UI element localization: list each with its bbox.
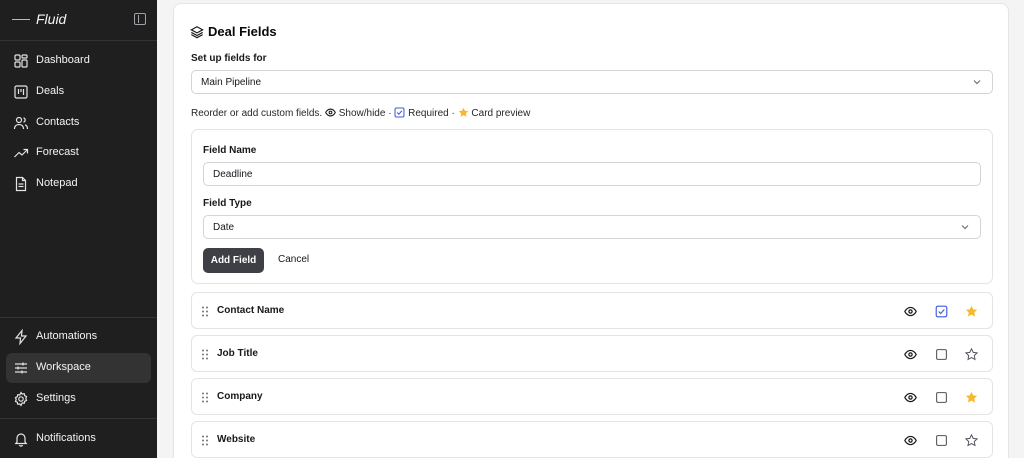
field-name: Company (217, 391, 263, 402)
field-name-value: Deadline (213, 169, 253, 180)
drag-handle-icon[interactable] (201, 392, 209, 403)
field-type-value: Date (213, 222, 235, 233)
checkbox-empty-icon[interactable] (935, 434, 948, 447)
field-row-contact-name[interactable]: Contact Name (191, 292, 993, 329)
sidebar-item-contacts[interactable]: Contacts (6, 108, 151, 138)
star-filled-icon (458, 107, 468, 117)
kanban-icon (14, 85, 28, 99)
star-filled-icon[interactable] (965, 391, 978, 404)
collapse-sidebar-icon[interactable] (134, 13, 146, 25)
field-row-website[interactable]: Website (191, 421, 993, 458)
legend-required: Required (408, 108, 449, 119)
pipeline-select[interactable]: Main Pipeline (191, 70, 993, 94)
add-field-form: Field Name Deadline Field Type Date Add … (191, 129, 993, 284)
pipeline-select-value: Main Pipeline (201, 77, 262, 88)
setup-fields-label: Set up fields for (191, 53, 267, 64)
checkbox-empty-icon[interactable] (935, 391, 948, 404)
add-field-button[interactable]: Add Field (203, 248, 264, 273)
gear-icon (14, 391, 28, 407)
sidebar: Fluid Dashboard Deals Contacts Forecast … (0, 0, 157, 458)
logo-icon (12, 19, 30, 20)
legend-separator: · (451, 108, 455, 119)
sidebar-item-label: Contacts (36, 116, 80, 128)
users-icon (13, 116, 29, 130)
chevron-down-icon (961, 225, 969, 230)
sidebar-item-notepad[interactable]: Notepad (6, 169, 151, 199)
field-name-input[interactable]: Deadline (203, 162, 981, 186)
sliders-icon (15, 362, 27, 374)
sidebar-item-label: Notifications (36, 432, 96, 444)
sidebar-item-label: Deals (36, 85, 65, 97)
sidebar-item-workspace[interactable]: Workspace (6, 353, 151, 383)
checkbox-empty-icon[interactable] (935, 348, 948, 361)
sidebar-item-forecast[interactable]: Forecast (6, 138, 151, 168)
drag-handle-icon[interactable] (201, 349, 209, 360)
sidebar-divider (0, 317, 157, 318)
chevron-down-icon (973, 80, 981, 85)
field-name: Website (217, 434, 256, 445)
description-text: Reorder or add custom fields. (191, 108, 323, 119)
legend-separator: · (388, 108, 392, 119)
layers-icon (190, 26, 204, 39)
eye-icon (325, 108, 336, 117)
drag-handle-icon[interactable] (201, 306, 209, 317)
checkbox-checked-icon (394, 107, 405, 118)
sidebar-divider (0, 418, 157, 419)
eye-icon[interactable] (904, 434, 917, 447)
field-type-select[interactable]: Date (203, 215, 981, 239)
app-name: Fluid (36, 11, 67, 27)
sidebar-item-label: Notepad (36, 177, 78, 189)
star-outline-icon[interactable] (965, 434, 978, 447)
eye-icon[interactable] (904, 305, 917, 318)
field-type-label: Field Type (203, 198, 252, 209)
sidebar-item-deals[interactable]: Deals (6, 77, 151, 107)
sidebar-item-settings[interactable]: Settings (6, 384, 151, 414)
sidebar-item-label: Workspace (36, 361, 91, 373)
fields-description: Reorder or add custom fields. Show/hide … (191, 107, 530, 119)
star-filled-icon[interactable] (965, 305, 978, 318)
brand-header: Fluid (0, 0, 157, 41)
eye-icon[interactable] (904, 391, 917, 404)
sidebar-item-notifications[interactable]: Notifications (6, 424, 151, 454)
sidebar-item-label: Forecast (36, 146, 79, 158)
sidebar-item-label: Automations (36, 330, 98, 342)
page-title: Deal Fields (208, 24, 277, 39)
cancel-button[interactable]: Cancel (278, 254, 309, 265)
star-outline-icon[interactable] (965, 348, 978, 361)
field-name: Contact Name (217, 305, 285, 316)
document-icon (15, 176, 27, 192)
field-row-job-title[interactable]: Job Title (191, 335, 993, 372)
drag-handle-icon[interactable] (201, 435, 209, 446)
deal-fields-card: Deal Fields Set up fields for Main Pipel… (173, 3, 1009, 458)
field-name-label: Field Name (203, 145, 257, 156)
bell-icon (14, 433, 28, 447)
field-row-company[interactable]: Company (191, 378, 993, 415)
sidebar-item-automations[interactable]: Automations (6, 322, 151, 352)
eye-icon[interactable] (904, 348, 917, 361)
dashboard-icon (14, 54, 28, 68)
sidebar-item-dashboard[interactable]: Dashboard (6, 46, 151, 76)
field-name: Job Title (217, 348, 258, 359)
legend-card-preview: Card preview (471, 108, 531, 119)
bolt-icon (14, 329, 28, 345)
trend-icon (14, 148, 29, 158)
sidebar-item-label: Settings (36, 392, 76, 404)
sidebar-item-label: Dashboard (36, 54, 90, 66)
legend-show-hide: Show/hide (338, 108, 386, 119)
checkbox-checked-icon[interactable] (935, 305, 948, 318)
